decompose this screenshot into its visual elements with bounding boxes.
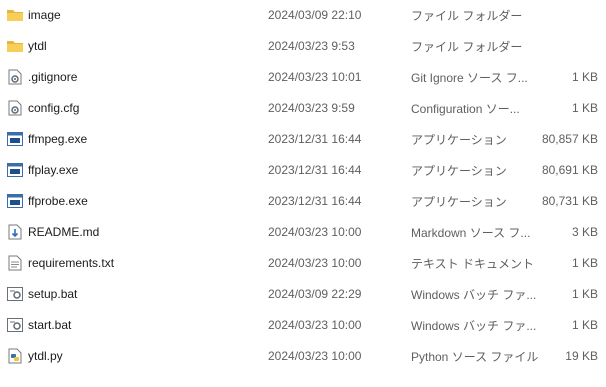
markdown-file-icon bbox=[6, 217, 24, 247]
file-row[interactable]: ytdl 2024/03/23 9:53 ファイル フォルダー bbox=[0, 31, 606, 61]
file-date: 2024/03/23 10:00 bbox=[268, 256, 362, 270]
file-list: image 2024/03/09 22:10 ファイル フォルダー ytdl 2… bbox=[0, 0, 606, 387]
file-date: 2023/12/31 16:44 bbox=[268, 132, 362, 146]
file-row[interactable]: ffprobe.exe 2023/12/31 16:44 アプリケーション 80… bbox=[0, 186, 606, 216]
file-date: 2024/03/23 9:53 bbox=[268, 39, 355, 53]
file-size: 80,691 KB bbox=[541, 163, 598, 177]
file-row[interactable]: ffplay.exe 2023/12/31 16:44 アプリケーション 80,… bbox=[0, 155, 606, 185]
file-row[interactable]: image 2024/03/09 22:10 ファイル フォルダー bbox=[0, 0, 606, 30]
text-file-icon bbox=[6, 248, 24, 278]
file-size: 1 KB bbox=[571, 287, 598, 301]
file-size: 19 KB bbox=[565, 349, 598, 363]
file-row[interactable]: setup.bat 2024/03/09 22:29 Windows バッチ フ… bbox=[0, 279, 606, 309]
file-date: 2024/03/23 10:01 bbox=[268, 70, 362, 84]
folder-icon bbox=[6, 31, 24, 61]
file-size: 1 KB bbox=[571, 256, 598, 270]
file-date: 2024/03/09 22:29 bbox=[268, 287, 362, 301]
batch-file-icon bbox=[6, 310, 24, 340]
batch-file-icon bbox=[6, 279, 24, 309]
file-date: 2023/12/31 16:44 bbox=[268, 194, 362, 208]
application-icon bbox=[6, 155, 24, 185]
file-size bbox=[520, 31, 598, 61]
gear-file-icon bbox=[6, 62, 24, 92]
file-name: start.bat bbox=[28, 318, 72, 332]
file-date: 2024/03/23 10:00 bbox=[268, 225, 362, 239]
file-name: ytdl bbox=[28, 39, 47, 53]
file-size: 1 KB bbox=[571, 70, 598, 84]
file-size: 3 KB bbox=[571, 225, 598, 239]
application-icon bbox=[6, 124, 24, 154]
gear-file-icon bbox=[6, 93, 24, 123]
file-name: requirements.txt bbox=[28, 256, 115, 270]
file-date: 2023/12/31 16:44 bbox=[268, 163, 362, 177]
file-row[interactable]: .gitignore 2024/03/23 10:01 Git Ignore ソ… bbox=[0, 62, 606, 92]
file-row[interactable]: ffmpeg.exe 2023/12/31 16:44 アプリケーション 80,… bbox=[0, 124, 606, 154]
file-size bbox=[520, 0, 598, 30]
file-date: 2024/03/23 10:00 bbox=[268, 318, 362, 332]
folder-icon bbox=[6, 0, 24, 30]
file-name: ffprobe.exe bbox=[28, 194, 88, 208]
file-name: ffmpeg.exe bbox=[28, 132, 88, 146]
file-row[interactable]: config.cfg 2024/03/23 9:59 Configuration… bbox=[0, 93, 606, 123]
file-size: 1 KB bbox=[571, 318, 598, 332]
file-name: ffplay.exe bbox=[28, 163, 79, 177]
file-name: image bbox=[28, 8, 61, 22]
python-file-icon bbox=[6, 341, 24, 371]
file-row[interactable]: requirements.txt 2024/03/23 10:00 テキスト ド… bbox=[0, 248, 606, 278]
file-size: 80,857 KB bbox=[541, 132, 598, 146]
file-date: 2024/03/23 10:00 bbox=[268, 349, 362, 363]
file-name: ytdl.py bbox=[28, 349, 63, 363]
file-name: .gitignore bbox=[28, 70, 78, 84]
file-size: 80,731 KB bbox=[541, 194, 598, 208]
file-row[interactable]: start.bat 2024/03/23 10:00 Windows バッチ フ… bbox=[0, 310, 606, 340]
file-name: README.md bbox=[28, 225, 100, 239]
file-row[interactable]: README.md 2024/03/23 10:00 Markdown ソース … bbox=[0, 217, 606, 247]
file-date: 2024/03/09 22:10 bbox=[268, 8, 362, 22]
file-name: config.cfg bbox=[28, 101, 80, 115]
file-row[interactable]: ytdl.py 2024/03/23 10:00 Python ソース ファイル… bbox=[0, 341, 606, 371]
file-size: 1 KB bbox=[571, 101, 598, 115]
file-name: setup.bat bbox=[28, 287, 78, 301]
application-icon bbox=[6, 186, 24, 216]
file-date: 2024/03/23 9:59 bbox=[268, 101, 355, 115]
